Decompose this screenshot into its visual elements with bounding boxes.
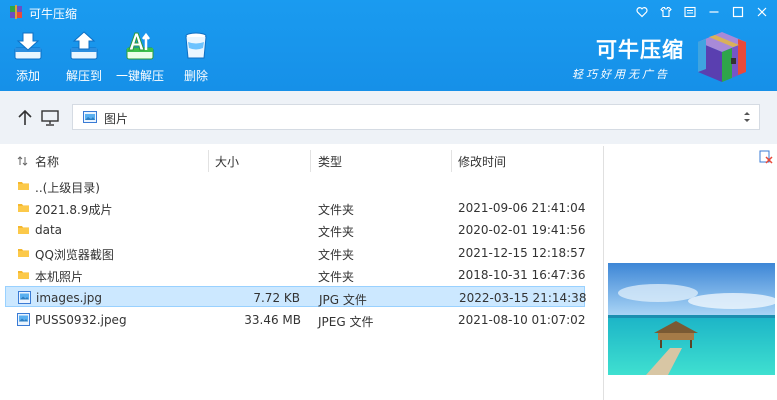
file-name: 本机照片 (35, 270, 84, 284)
folder-icon (18, 226, 29, 234)
folder-icon (18, 204, 29, 212)
up-arrow-icon[interactable] (15, 108, 35, 128)
file-modified: 2021-12-15 12:18:57 (458, 246, 586, 260)
computer-icon[interactable] (40, 108, 60, 128)
column-size[interactable]: 大小 (215, 153, 239, 170)
close-preview-icon[interactable] (759, 150, 773, 164)
extract-to-label: 解压到 (65, 69, 102, 83)
file-row-selected[interactable]: images.jpg 7.72 KB JPG 文件 2022-03-15 21:… (5, 286, 587, 307)
file-row[interactable]: 本机照片 文件夹 2018-10-31 16:47:36 (5, 264, 585, 285)
address-bar: 图片 (0, 91, 777, 144)
file-modified: 2021-09-06 21:41:04 (458, 201, 586, 215)
file-name: 2021.8.9成片 (35, 203, 113, 217)
column-divider[interactable] (451, 150, 452, 172)
file-row[interactable]: 2021.8.9成片 文件夹 2021-09-06 21:41:04 (5, 197, 585, 218)
file-name: PUSS0932.jpeg (35, 313, 127, 327)
file-row[interactable]: data 文件夹 2020-02-01 19:41:56 (5, 219, 585, 240)
trash-icon (185, 32, 207, 59)
menu-button[interactable] (681, 3, 699, 21)
file-modified: 2020-02-01 19:41:56 (458, 223, 586, 237)
file-type: 文件夹 (318, 248, 355, 262)
minimize-icon (709, 11, 719, 13)
column-modified[interactable]: 修改时间 (458, 153, 506, 170)
column-name[interactable]: 名称 (35, 153, 59, 170)
file-row[interactable]: QQ浏览器截图 文件夹 2021-12-15 12:18:57 (5, 242, 585, 263)
main-toolbar: 添加 解压到 一键解压 删除 (0, 30, 224, 90)
file-name: QQ浏览器截图 (35, 248, 114, 262)
minimize-button[interactable] (705, 3, 723, 21)
folder-icon (18, 182, 29, 190)
extract-to-icon (70, 31, 98, 60)
file-type: JPG 文件 (319, 293, 367, 307)
file-type: 文件夹 (318, 225, 355, 239)
maximize-icon (732, 6, 744, 18)
column-divider[interactable] (208, 150, 209, 172)
file-row-parent[interactable]: ..(上级目录) (5, 175, 585, 196)
file-size: 33.46 MB (244, 313, 301, 327)
close-button[interactable] (753, 3, 771, 21)
image-file-icon (17, 313, 30, 326)
file-name: images.jpg (36, 291, 103, 305)
preview-panel (604, 146, 777, 400)
picture-folder-icon (83, 111, 97, 123)
image-file-icon (18, 291, 31, 304)
brand-slogan: 轻巧好用无广告 (572, 68, 670, 81)
file-modified: 2018-10-31 16:47:36 (458, 268, 586, 282)
file-type: 文件夹 (318, 270, 355, 284)
archive-box-logo-icon (698, 32, 746, 82)
menu-icon (684, 6, 696, 18)
column-type[interactable]: 类型 (318, 153, 342, 170)
heart-icon (636, 7, 648, 18)
app-logo-icon (10, 5, 22, 19)
delete-button[interactable]: 删除 (168, 30, 224, 90)
extract-to-button[interactable]: 解压到 (56, 30, 112, 90)
app-header: 可牛压缩 添加 解压到 一键解压 删除 可牛压缩 轻巧好用无广告 (0, 0, 777, 91)
folder-icon (18, 271, 29, 279)
one-click-extract-button[interactable]: 一键解压 (112, 30, 168, 90)
skin-button[interactable] (657, 3, 675, 21)
column-divider[interactable] (310, 150, 311, 172)
path-dropdown[interactable]: 图片 (72, 104, 760, 130)
brand-banner: 可牛压缩 轻巧好用无广告 (570, 26, 775, 88)
add-button[interactable]: 添加 (0, 30, 56, 90)
file-type: JPEG 文件 (318, 315, 374, 329)
file-row[interactable]: PUSS0932.jpeg 33.46 MB JPEG 文件 2021-08-1… (5, 309, 585, 330)
content-area: 名称 大小 类型 修改时间 ..(上级目录) 2021.8.9成片 文件夹 20… (0, 146, 777, 400)
file-type: 文件夹 (318, 203, 355, 217)
file-size: 7.72 KB (253, 291, 300, 305)
file-list: 名称 大小 类型 修改时间 ..(上级目录) 2021.8.9成片 文件夹 20… (0, 146, 600, 400)
brand-name: 可牛压缩 (596, 37, 684, 62)
sort-icon[interactable] (17, 155, 29, 167)
file-name: data (35, 223, 63, 237)
maximize-button[interactable] (729, 3, 747, 21)
title-bar: 可牛压缩 (0, 0, 777, 24)
image-preview (608, 263, 775, 375)
delete-label: 删除 (183, 69, 208, 83)
file-modified: 2022-03-15 21:14:38 (459, 291, 587, 305)
add-archive-icon (14, 32, 42, 60)
shirt-icon (660, 6, 672, 18)
favorite-button[interactable] (633, 3, 651, 21)
dropdown-arrows-icon (744, 112, 750, 122)
file-modified: 2021-08-10 01:07:02 (458, 313, 586, 327)
app-title: 可牛压缩 (29, 7, 78, 21)
close-icon (757, 7, 767, 17)
folder-icon (18, 249, 29, 257)
add-label: 添加 (15, 69, 40, 83)
column-header: 名称 大小 类型 修改时间 (0, 150, 600, 172)
one-click-extract-label: 一键解压 (115, 69, 164, 83)
current-path: 图片 (104, 112, 129, 126)
file-name: ..(上级目录) (35, 181, 100, 195)
one-click-extract-icon (126, 32, 154, 60)
